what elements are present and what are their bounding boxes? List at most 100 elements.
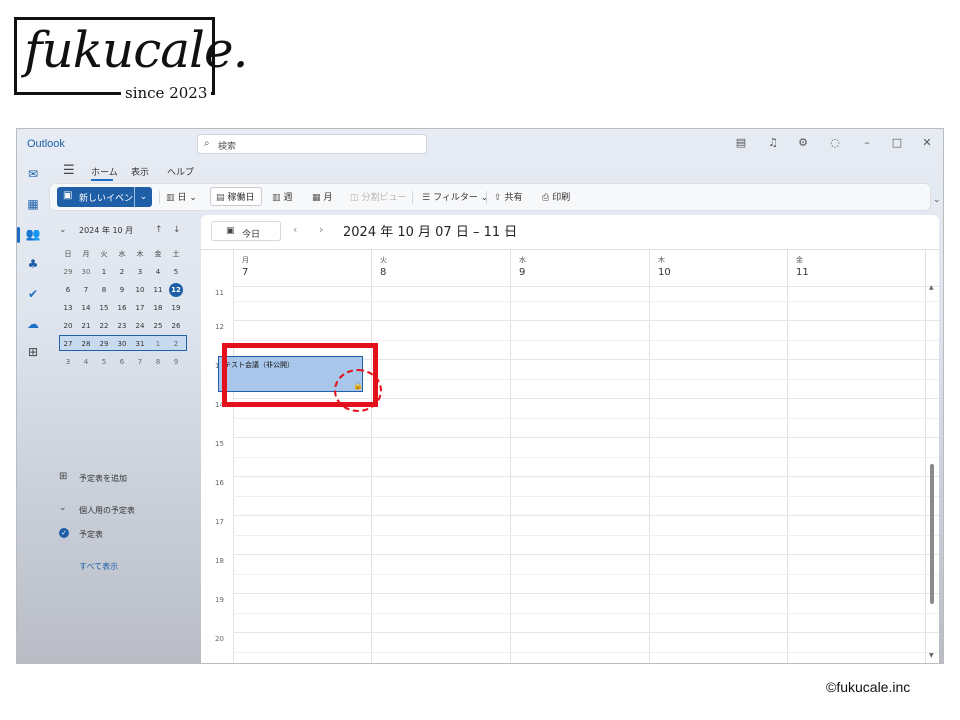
view-month-button[interactable]: ▦ 月 <box>312 190 333 203</box>
close-icon[interactable]: ✕ <box>919 136 935 149</box>
day-number[interactable]: 9 <box>519 267 525 278</box>
mini-calendar-day[interactable]: 29 <box>95 335 113 353</box>
mini-calendar-day[interactable]: 6 <box>59 281 77 299</box>
mini-calendar-day[interactable]: 24 <box>131 317 149 335</box>
mini-calendar-day[interactable]: 5 <box>95 353 113 371</box>
mini-calendar-day[interactable]: 31 <box>131 335 149 353</box>
ribbon-expand-icon[interactable]: ⌄ <box>933 195 941 205</box>
mini-calendar-day[interactable]: 4 <box>77 353 95 371</box>
people-icon[interactable]: 👥 <box>25 227 41 241</box>
view-week-button[interactable]: ▥ 週 <box>272 190 293 203</box>
scrollbar-thumb[interactable] <box>930 464 934 604</box>
day-number[interactable]: 10 <box>658 267 671 278</box>
todo-icon[interactable]: ✔ <box>25 287 41 301</box>
mini-calendar-day[interactable]: 17 <box>131 299 149 317</box>
day-number[interactable]: 8 <box>380 267 386 278</box>
filter-button[interactable]: ☰ フィルター ⌄ <box>422 190 488 203</box>
gear-icon[interactable]: ⚙ <box>795 136 811 149</box>
share-button[interactable]: ⇪ 共有 <box>494 190 523 203</box>
tab-home[interactable]: ホーム <box>91 165 118 178</box>
mini-calendar-day[interactable]: 27 <box>59 335 77 353</box>
mini-calendar-day[interactable]: 8 <box>95 281 113 299</box>
mini-calendar-day[interactable]: 25 <box>149 317 167 335</box>
mini-calendar-day[interactable]: 23 <box>113 317 131 335</box>
mini-calendar-day[interactable]: 14 <box>77 299 95 317</box>
mini-calendar-day[interactable]: 19 <box>167 299 185 317</box>
day-number[interactable]: 11 <box>796 267 809 278</box>
scroll-down-icon[interactable]: ▼ <box>929 652 934 659</box>
mini-calendar-day[interactable]: 5 <box>167 263 185 281</box>
new-event-button[interactable]: ▣ 新しいイベント <box>57 187 142 207</box>
mini-calendar-week: 13 14 15 16 17 18 19 <box>59 299 199 317</box>
lightbulb-icon[interactable]: ◌ <box>827 136 843 149</box>
minimize-icon[interactable]: – <box>859 136 875 149</box>
mini-calendar-day[interactable]: 29 <box>59 263 77 281</box>
calendar-checked-icon[interactable]: ✓ <box>59 528 69 538</box>
scroll-up-icon[interactable]: ▲ <box>929 284 934 291</box>
show-all-link[interactable]: すべて表示 <box>79 561 118 572</box>
tab-help[interactable]: ヘルプ <box>167 165 194 178</box>
mini-calendar-day[interactable]: 7 <box>77 281 95 299</box>
mini-calendar-day[interactable]: 2 <box>113 263 131 281</box>
view-day-button[interactable]: ▥ 日 ⌄ <box>166 190 197 203</box>
maximize-icon[interactable]: □ <box>889 136 905 149</box>
group-collapse-icon[interactable]: ⌄ <box>59 503 67 513</box>
date-range-title[interactable]: 2024 年 10 月 07 日 – 11 日 <box>343 221 517 240</box>
personal-calendars-header[interactable]: 個人用の予定表 <box>79 505 135 516</box>
day-number[interactable]: 7 <box>242 267 248 278</box>
title-bar: Outlook ⌕ 検索 ▤ ♫ ⚙ ◌ – □ ✕ <box>17 129 943 159</box>
mini-calendar-day[interactable]: 9 <box>167 353 185 371</box>
mini-calendar-day[interactable]: 4 <box>149 263 167 281</box>
onedrive-icon[interactable]: ☁ <box>25 317 41 331</box>
mini-calendar-day[interactable]: 11 <box>149 281 167 299</box>
mini-calendar-day[interactable]: 7 <box>131 353 149 371</box>
mini-calendar-day[interactable]: 6 <box>113 353 131 371</box>
print-button[interactable]: ⎙ 印刷 <box>542 190 570 203</box>
divider <box>412 191 413 204</box>
mini-calendar-day[interactable]: 10 <box>131 281 149 299</box>
mini-calendar-day[interactable]: 3 <box>131 263 149 281</box>
mini-calendar-day[interactable]: 20 <box>59 317 77 335</box>
mini-calendar-day[interactable]: 2 <box>167 335 185 353</box>
next-week-icon[interactable]: › <box>319 223 323 236</box>
mini-calendar-day[interactable]: 15 <box>95 299 113 317</box>
mini-calendar-day[interactable]: 1 <box>149 335 167 353</box>
calendar-icon[interactable]: ▦ <box>25 197 41 211</box>
mini-calendar-day[interactable]: 1 <box>95 263 113 281</box>
search-input[interactable]: ⌕ 検索 <box>197 134 427 154</box>
view-workweek-button[interactable]: ▤ 稼働日 <box>216 190 255 203</box>
mini-calendar-grid: 日 月 火 水 木 金 土 29 30 1 2 3 4 5 6 7 8 9 10… <box>59 245 199 371</box>
hamburger-menu-icon[interactable]: ☰ <box>63 163 75 178</box>
date-range-dropdown-icon[interactable]: ⌄ <box>503 224 511 235</box>
mail-icon[interactable]: ✉ <box>25 167 41 181</box>
prev-week-icon[interactable]: ‹ <box>293 223 297 236</box>
mini-calendar-day[interactable]: 30 <box>113 335 131 353</box>
view-month-label: 月 <box>323 193 333 203</box>
split-view-button[interactable]: ◫ 分割ビュー <box>350 190 407 203</box>
mini-calendar-day[interactable]: 26 <box>167 317 185 335</box>
mini-calendar-day[interactable]: 28 <box>77 335 95 353</box>
notes-icon[interactable]: ▤ <box>733 136 749 149</box>
groups-icon[interactable]: ♣ <box>25 257 41 271</box>
mini-calendar-day[interactable]: 21 <box>77 317 95 335</box>
mini-calendar-day[interactable]: 3 <box>59 353 77 371</box>
bell-icon[interactable]: ♫ <box>765 136 781 149</box>
calendar-item[interactable]: 予定表 <box>79 529 103 540</box>
add-calendar-link[interactable]: 予定表を追加 <box>79 473 127 484</box>
tab-view[interactable]: 表示 <box>131 165 149 178</box>
new-event-dropdown[interactable]: ⌄ <box>134 187 152 207</box>
apps-icon[interactable]: ⊞ <box>25 345 41 359</box>
mini-calendar-day[interactable]: 8 <box>149 353 167 371</box>
mini-calendar-day[interactable]: 16 <box>113 299 131 317</box>
prev-month-icon[interactable]: ↑ <box>155 225 163 235</box>
mini-calendar-day[interactable]: 30 <box>77 263 95 281</box>
today-button[interactable]: ▣ 今日 <box>211 221 281 241</box>
half-hour-line <box>233 535 939 536</box>
mini-calendar-day[interactable]: 18 <box>149 299 167 317</box>
collapse-chevron-icon[interactable]: ⌄ <box>59 225 67 235</box>
next-month-icon[interactable]: ↓ <box>173 225 181 235</box>
mini-calendar-today[interactable]: 12 <box>169 283 183 297</box>
mini-calendar-day[interactable]: 9 <box>113 281 131 299</box>
mini-calendar-day[interactable]: 22 <box>95 317 113 335</box>
mini-calendar-day[interactable]: 13 <box>59 299 77 317</box>
